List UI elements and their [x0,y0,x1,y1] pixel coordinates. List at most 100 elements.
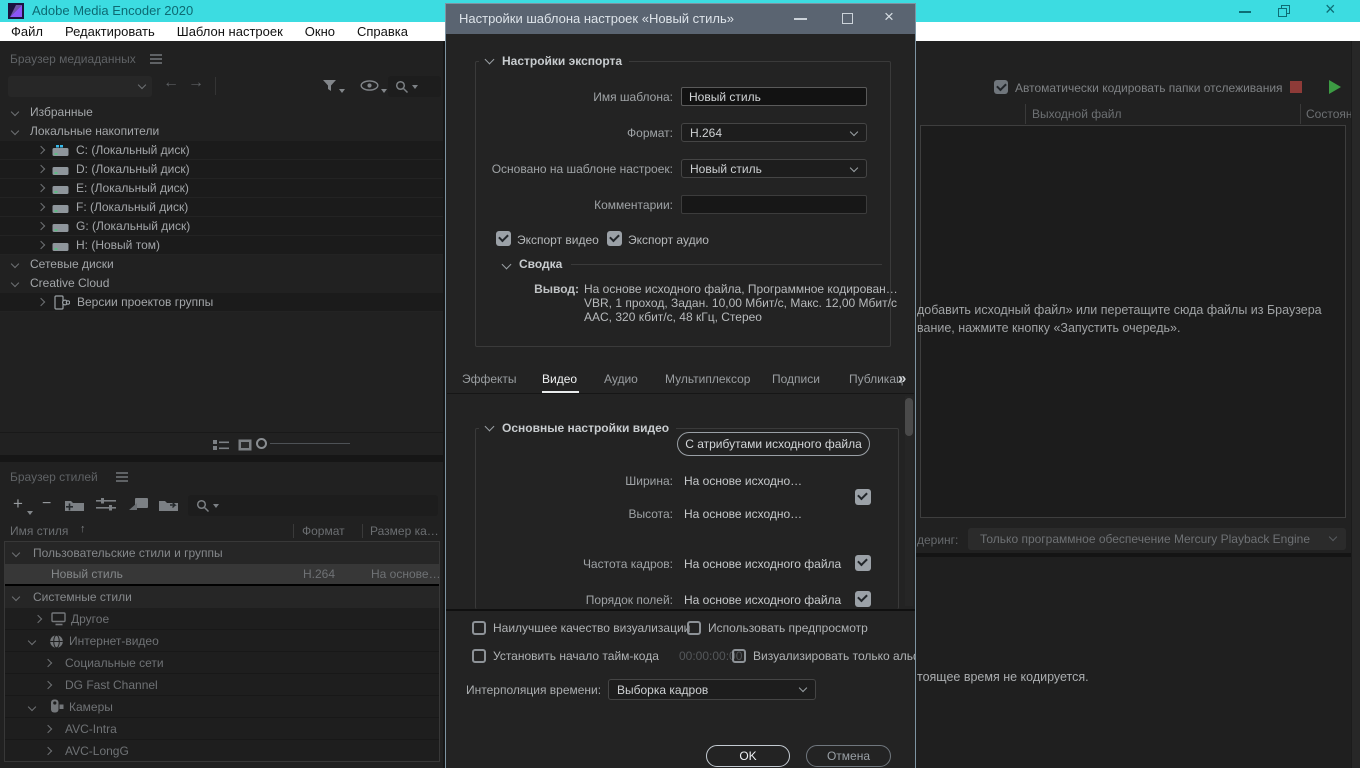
preset-search-field[interactable] [188,495,438,516]
format-dropdown[interactable]: H.264 [681,123,867,142]
tab-audio[interactable]: Аудио [604,372,638,386]
preset-row-label: DG Fast Channel [65,678,158,692]
ok-button[interactable]: OK [706,745,790,767]
dialog-close-icon[interactable]: × [884,7,894,27]
auto-encode-checkbox[interactable] [994,80,1008,94]
export-audio-checkbox[interactable] [607,231,622,246]
interpolation-dropdown[interactable]: Выборка кадров [608,679,816,700]
tree-item-drive-c[interactable]: C: (Локальный диск) [0,141,443,160]
comments-input[interactable] [681,195,867,214]
export-preset-icon[interactable] [158,498,180,512]
view-eye-icon[interactable] [360,80,379,91]
renderer-dropdown[interactable]: Только программное обеспечение Mercury P… [968,528,1346,550]
menu-help[interactable]: Справка [346,24,419,39]
tree-item-favorites[interactable]: Избранные [0,103,443,122]
queue-hint-line2: вание, нажмите кнопку «Запустить очередь… [917,321,1181,335]
media-search-field[interactable] [388,76,441,97]
restore-button[interactable] [1268,0,1302,22]
tree-item-local-drives[interactable]: Локальные накопители [0,122,443,141]
tree-item-network-drives[interactable]: Сетевые диски [0,255,443,274]
preset-group-avc-longg[interactable]: AVC-LongG [5,740,439,761]
cancel-button[interactable]: Отмена [806,745,891,767]
close-button[interactable]: × [1316,0,1350,22]
preset-settings-dialog: Настройки шаблона настроек «Новый стиль»… [445,3,916,768]
summary-line1: На основе исходного файла, Программное к… [584,282,898,296]
menu-file[interactable]: Файл [0,24,54,39]
thumbnail-view-icon[interactable] [238,439,252,451]
start-queue-button[interactable] [1329,80,1341,94]
use-previews-checkbox[interactable] [687,621,701,635]
width-value: На основе исходно… [684,474,803,488]
dialog-maximize-icon[interactable] [842,13,853,24]
tree-item-drive-e[interactable]: E: (Локальный диск) [0,179,443,198]
column-output-file[interactable]: Выходной файл [1032,107,1122,121]
tree-item-drive-g[interactable]: G: (Локальный диск) [0,217,443,236]
tab-effects[interactable]: Эффекты [462,372,517,386]
menu-window[interactable]: Окно [294,24,346,39]
tabs-overflow-icon[interactable]: » [898,370,906,387]
encoding-status-text: тоящее время не кодируется. [917,670,1089,684]
media-path-dropdown[interactable] [8,76,152,97]
basic-video-settings-header[interactable]: Основные настройки видео [479,420,677,436]
stop-queue-button[interactable] [1290,81,1302,93]
tree-item-drive-f[interactable]: F: (Локальный диск) [0,198,443,217]
column-format[interactable]: Формат [302,524,345,538]
match-dimensions-checkbox[interactable] [855,489,871,505]
dialog-minimize-icon[interactable] [794,18,807,20]
forward-icon[interactable]: → [188,74,204,92]
zoom-slider-handle[interactable] [256,438,267,449]
preset-group-social[interactable]: Социальные сети [5,652,439,674]
tab-publish[interactable]: Публикац [849,372,903,386]
tab-captions[interactable]: Подписи [772,372,820,386]
globe-icon [50,634,63,649]
zoom-slider-track[interactable] [270,443,350,444]
preset-group-avc-intra[interactable]: AVC-Intra [5,718,439,740]
menu-edit[interactable]: Редактировать [54,24,166,39]
alpha-only-checkbox[interactable] [732,649,746,663]
panel-menu-icon[interactable] [150,54,162,56]
column-name[interactable]: Имя стиля [10,524,68,538]
chevron-down-icon [484,54,495,65]
tree-item-drive-h[interactable]: H: (Новый том) [0,236,443,255]
renderer-value: Только программное обеспечение Mercury P… [980,532,1311,546]
tree-item-creative-cloud[interactable]: Creative Cloud [0,274,443,293]
best-quality-label: Наилучшее качество визуализации [493,621,691,635]
new-preset-group-icon[interactable] [64,498,85,512]
export-video-checkbox[interactable] [496,231,511,246]
filter-icon[interactable] [322,79,337,92]
preset-row-new-style[interactable]: Новый стиль H.264 На основе… [5,564,439,584]
preset-row-label: AVC-Intra [65,722,117,736]
dialog-scrollbar-thumb[interactable] [905,398,913,436]
column-frame-size[interactable]: Размер ка… [370,524,439,538]
dialog-scrollbar-track[interactable] [905,396,913,606]
panel-menu-icon[interactable] [116,472,128,474]
match-source-button[interactable]: С атрибутами исходного файла [677,432,870,456]
delete-preset-button[interactable]: − [42,495,51,513]
tab-multiplexer[interactable]: Мультиплексор [665,372,750,386]
tree-item-team-projects[interactable]: Версии проектов группы [0,293,443,312]
back-icon[interactable]: ← [163,74,179,92]
match-field-order-checkbox[interactable] [855,591,871,607]
preset-group-dg-fast[interactable]: DG Fast Channel [5,674,439,696]
menu-preset[interactable]: Шаблон настроек [166,24,294,39]
tab-video[interactable]: Видео [542,372,577,386]
add-preset-button[interactable]: + [13,494,23,514]
preset-name-input[interactable] [681,87,867,106]
interpolation-label: Интерполяция времени: [466,683,602,697]
queue-scrollbar[interactable] [1351,41,1360,768]
best-quality-checkbox[interactable] [472,621,486,635]
preset-group-web-video[interactable]: Интернет-видео [5,630,439,652]
set-timecode-checkbox[interactable] [472,649,486,663]
preset-group-cameras[interactable]: Камеры [5,696,439,718]
apply-preset-icon[interactable] [128,497,149,512]
preset-settings-icon[interactable] [96,498,118,511]
preset-group-user[interactable]: Пользовательские стили и группы [5,542,439,564]
preset-group-other[interactable]: Другое [5,608,439,630]
preset-group-system[interactable]: Системные стили [5,586,439,608]
match-framerate-checkbox[interactable] [855,555,871,571]
based-on-dropdown[interactable]: Новый стиль [681,159,867,178]
tree-item-drive-d[interactable]: D: (Локальный диск) [0,160,443,179]
export-settings-header[interactable]: Настройки экспорта [479,53,630,69]
minimize-button[interactable] [1228,0,1262,22]
list-view-icon[interactable] [213,439,229,451]
